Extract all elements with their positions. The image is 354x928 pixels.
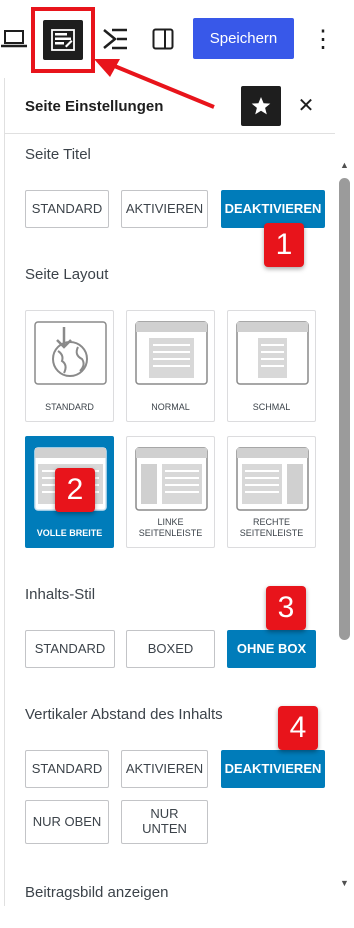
layout-option-schmal[interactable]: SCHMAL [227,310,316,422]
section-title-seite-layout: Seite Layout [25,266,109,283]
save-button[interactable]: Speichern [193,18,294,59]
abstand-option-nur-unten[interactable]: NUR UNTEN [121,800,208,844]
list-view-icon[interactable] [100,24,130,54]
panel-header: Seite Einstellungen ✕ [5,78,335,134]
layout-option-label: LINKE SEITENLEISTE [138,516,203,538]
layout-option-label: NORMAL [151,401,190,412]
abstand-option-nur-oben[interactable]: NUR OBEN [25,800,109,844]
annotation-badge-3: 3 [266,586,306,630]
scrollbar-thumb[interactable] [339,178,350,640]
scroll-up-icon[interactable]: ▲ [340,160,349,170]
section-title-seite-titel: Seite Titel [25,146,91,163]
layout-normal-icon [135,321,208,385]
layout-option-linke-seitenleiste[interactable]: LINKE SEITENLEISTE [126,436,215,548]
annotation-highlight-box [31,7,95,73]
layout-option-rechte-seitenleiste[interactable]: RECHTE SEITENLEISTE [227,436,316,548]
layout-option-label: VOLLE BREITE [36,527,103,538]
abstand-option-deaktivieren[interactable]: DEAKTIVIEREN [221,750,325,788]
stil-option-ohne-box[interactable]: OHNE BOX [227,630,316,668]
laptop-icon[interactable] [0,26,28,52]
abstand-option-standard[interactable]: STANDARD [25,750,109,788]
layout-option-label: RECHTE SEITENLEISTE [239,516,304,538]
layout-option-label: STANDARD [45,401,94,412]
stil-option-boxed[interactable]: BOXED [126,630,215,668]
annotation-badge-2: 2 [55,468,95,512]
layout-right-sidebar-icon [236,447,309,511]
close-icon[interactable]: ✕ [293,92,319,118]
section-title-beitragsbild: Beitragsbild anzeigen [25,884,169,901]
titel-option-standard[interactable]: STANDARD [25,190,109,228]
panel-bottom-edge [4,906,354,928]
titel-option-aktivieren[interactable]: AKTIVIEREN [121,190,208,228]
layout-option-standard[interactable]: STANDARD [25,310,114,422]
section-title-vertikaler-abstand: Vertikaler Abstand des Inhalts [25,706,223,723]
abstand-option-aktivieren[interactable]: AKTIVIEREN [121,750,208,788]
layout-narrow-icon [236,321,309,385]
panel-title: Seite Einstellungen [25,98,164,115]
scroll-down-icon[interactable]: ▼ [340,878,349,888]
layout-left-sidebar-icon [135,447,208,511]
stil-option-standard[interactable]: STANDARD [25,630,115,668]
more-vertical-icon[interactable]: ⋮ [310,22,336,56]
globe-download-icon [34,321,107,385]
annotation-badge-1: 1 [264,223,304,267]
layout-option-label: SCHMAL [252,401,291,412]
star-icon[interactable] [241,86,281,126]
annotation-badge-4: 4 [278,706,318,750]
sidebar-toggle-icon[interactable] [150,26,176,52]
editor-screen: Speichern ⋮ Seite Einstellungen ✕ Seite … [0,0,354,928]
section-title-inhalts-stil: Inhalts-Stil [25,586,96,603]
layout-option-normal[interactable]: NORMAL [126,310,215,422]
